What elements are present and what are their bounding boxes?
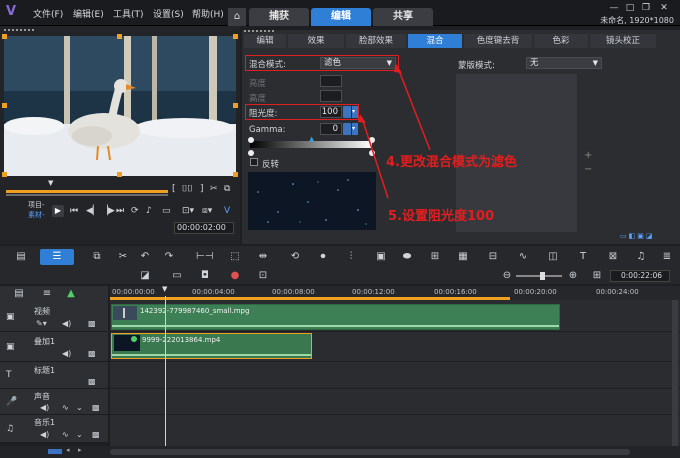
mask-creator-icon[interactable]: ▭: [170, 270, 184, 282]
effect-indicator-icon: [131, 336, 137, 342]
playhead-icon[interactable]: ▼: [162, 286, 169, 293]
mute-icon[interactable]: ◀): [62, 349, 71, 358]
video-clip[interactable]: 142392-779987460_small.mpg: [111, 304, 560, 330]
split-screen-icon[interactable]: ⇹: [256, 251, 270, 263]
redo-icon[interactable]: ↷: [162, 251, 176, 263]
filter-icon[interactable]: ◫: [546, 251, 560, 263]
timeline-timecode[interactable]: 0:00:22:06: [610, 270, 670, 282]
scroll-indicator[interactable]: [48, 449, 62, 454]
clip-filename: 142392-779987460_small.mpg: [140, 307, 250, 315]
track-header-toolbar: ▤ ≡ ▲: [0, 286, 108, 302]
path-icon[interactable]: ∿: [516, 251, 530, 263]
sound-level-icon[interactable]: ∿: [62, 430, 69, 439]
attribute-icon[interactable]: ✎▾: [36, 319, 47, 328]
ripple-icon[interactable]: ▩: [88, 349, 96, 358]
track-header-overlay: ▣ 叠加1 ◀) ▩: [0, 332, 108, 362]
record-icon[interactable]: ⏺: [316, 251, 330, 263]
track-manager-icon[interactable]: ⧉: [90, 251, 104, 263]
title-text-icon[interactable]: T: [576, 251, 590, 263]
undo-icon[interactable]: ↶: [138, 251, 152, 263]
ruler-tick-2: 00:00:08:00: [272, 288, 315, 296]
zoom-slider[interactable]: [516, 275, 562, 277]
track-name-voice: 声音: [34, 392, 50, 401]
annotation-step4: 4.更改混合模式为滤色: [386, 155, 517, 170]
track-header-video: ▣ 视频 ✎▾ ◀) ▩: [0, 302, 108, 332]
title-track-icon: T: [6, 370, 12, 380]
clip-thumbnail: [113, 306, 137, 320]
ripple-icon[interactable]: ▩: [88, 319, 96, 328]
mute-icon[interactable]: ◀): [62, 319, 71, 328]
speed-icon[interactable]: ⊡: [256, 270, 270, 282]
video-track-icon: ▣: [6, 312, 15, 322]
magic-tools-icon[interactable]: ✂: [116, 251, 130, 263]
mute-icon[interactable]: ◀): [40, 430, 49, 439]
auto-music-icon[interactable]: ◪: [138, 270, 152, 282]
voice-track-icon: 🎤: [6, 397, 18, 407]
timeline-toolbar: ▤ ☰ ⧉ ✂ ↶ ↷ ⊢⊣ ⬚ ⇹ ⟲ ⏺ ⫶ ▣ ⬬ ⊞ ▦ ⊟ ∿ ◫ T…: [0, 246, 680, 268]
audio-level-line: [112, 354, 311, 356]
track-header-music: ♫ 音乐1 ◀) ∿ ⌄ ▩: [0, 415, 108, 443]
audio-icon[interactable]: ♫: [634, 251, 648, 263]
annotation-step5: 5.设置阻光度100: [388, 209, 495, 224]
overlay-clip[interactable]: 9999-222013864.mp4: [111, 333, 312, 359]
storyboard-view-icon[interactable]: ▤: [14, 251, 28, 263]
timeline-ruler[interactable]: 00:00:00:00 00:00:04:00 00:00:08:00 00:0…: [110, 286, 680, 300]
library-icon[interactable]: ≣: [660, 251, 674, 263]
transition-icon[interactable]: ▦: [456, 251, 470, 263]
ruler-tick-3: 00:00:12:00: [352, 288, 395, 296]
audio-level-line: [112, 325, 559, 327]
chevron-down-icon[interactable]: ⌄: [76, 403, 83, 412]
fit-project-icon[interactable]: ⊞: [590, 270, 604, 282]
zoom-in-icon[interactable]: ⊕: [566, 270, 580, 282]
ruler-tick-0: 00:00:00:00: [112, 288, 155, 296]
ruler-tick-5: 00:00:20:00: [514, 288, 557, 296]
camera-icon[interactable]: ◘: [198, 270, 212, 282]
motion-icon[interactable]: ⟲: [288, 251, 302, 263]
track-options-icon[interactable]: ≡: [40, 288, 54, 300]
ruler-tick-1: 00:00:04:00: [192, 288, 235, 296]
track-name-music: 音乐1: [34, 418, 56, 427]
zoom-slider-thumb[interactable]: [540, 272, 545, 280]
music-track-icon: ♫: [6, 424, 15, 434]
track-header-voice: 🎤 声音 ◀) ∿ ⌄ ▩: [0, 389, 108, 415]
audio-mixer-icon[interactable]: ⫶: [344, 251, 358, 263]
track-list-icon[interactable]: ▤: [12, 288, 26, 300]
timeline-footer: ◂ ▸: [0, 446, 680, 458]
scroll-right-icon[interactable]: ▸: [78, 446, 82, 454]
horizontal-scrollbar[interactable]: [110, 449, 630, 455]
track-header-title: T 标题1 ▩: [0, 362, 108, 389]
clip-filename: 9999-222013864.mp4: [142, 336, 221, 344]
graphics-icon[interactable]: ⊟: [486, 251, 500, 263]
row-divider: [110, 361, 680, 362]
effects-icon[interactable]: ⬬: [400, 251, 414, 263]
ripple-icon[interactable]: ▩: [92, 430, 100, 439]
track-name-overlay: 叠加1: [34, 337, 56, 346]
ripple-icon[interactable]: ▩: [92, 403, 100, 412]
track-name-title: 标题1: [34, 366, 56, 375]
title-library-icon[interactable]: ⊞: [428, 251, 442, 263]
crop-icon[interactable]: ⬚: [228, 251, 242, 263]
media-icon[interactable]: ⊠: [606, 251, 620, 263]
scroll-left-icon[interactable]: ◂: [66, 446, 70, 454]
overlay-track-icon: ▣: [6, 342, 15, 352]
chevron-down-icon[interactable]: ⌄: [76, 430, 83, 439]
row-divider: [110, 388, 680, 389]
sound-level-icon[interactable]: ∿: [62, 403, 69, 412]
track-name-video: 视频: [34, 307, 50, 316]
playhead-line[interactable]: [165, 296, 166, 446]
ripple-icon[interactable]: ▩: [88, 377, 96, 386]
add-track-icon[interactable]: ▲: [64, 288, 78, 300]
zoom-out-icon[interactable]: ⊖: [500, 270, 514, 282]
timeline-view-button[interactable]: ☰: [40, 249, 74, 265]
ruler-tick-6: 00:00:24:00: [596, 288, 639, 296]
row-divider: [110, 331, 680, 332]
mute-icon[interactable]: ◀): [40, 403, 49, 412]
chapter-icon[interactable]: ▣: [374, 251, 388, 263]
timeline-toolbar-secondary: ◪ ▭ ◘ ● ⊡ ⊖ ⊕ ⊞ 0:00:22:06: [0, 268, 680, 284]
ruler-tick-4: 00:00:16:00: [434, 288, 477, 296]
row-divider: [110, 414, 680, 415]
vertical-scrollbar[interactable]: [672, 300, 678, 446]
trim-icon[interactable]: ⊢⊣: [196, 251, 213, 263]
record-audio-icon[interactable]: ●: [228, 270, 242, 282]
